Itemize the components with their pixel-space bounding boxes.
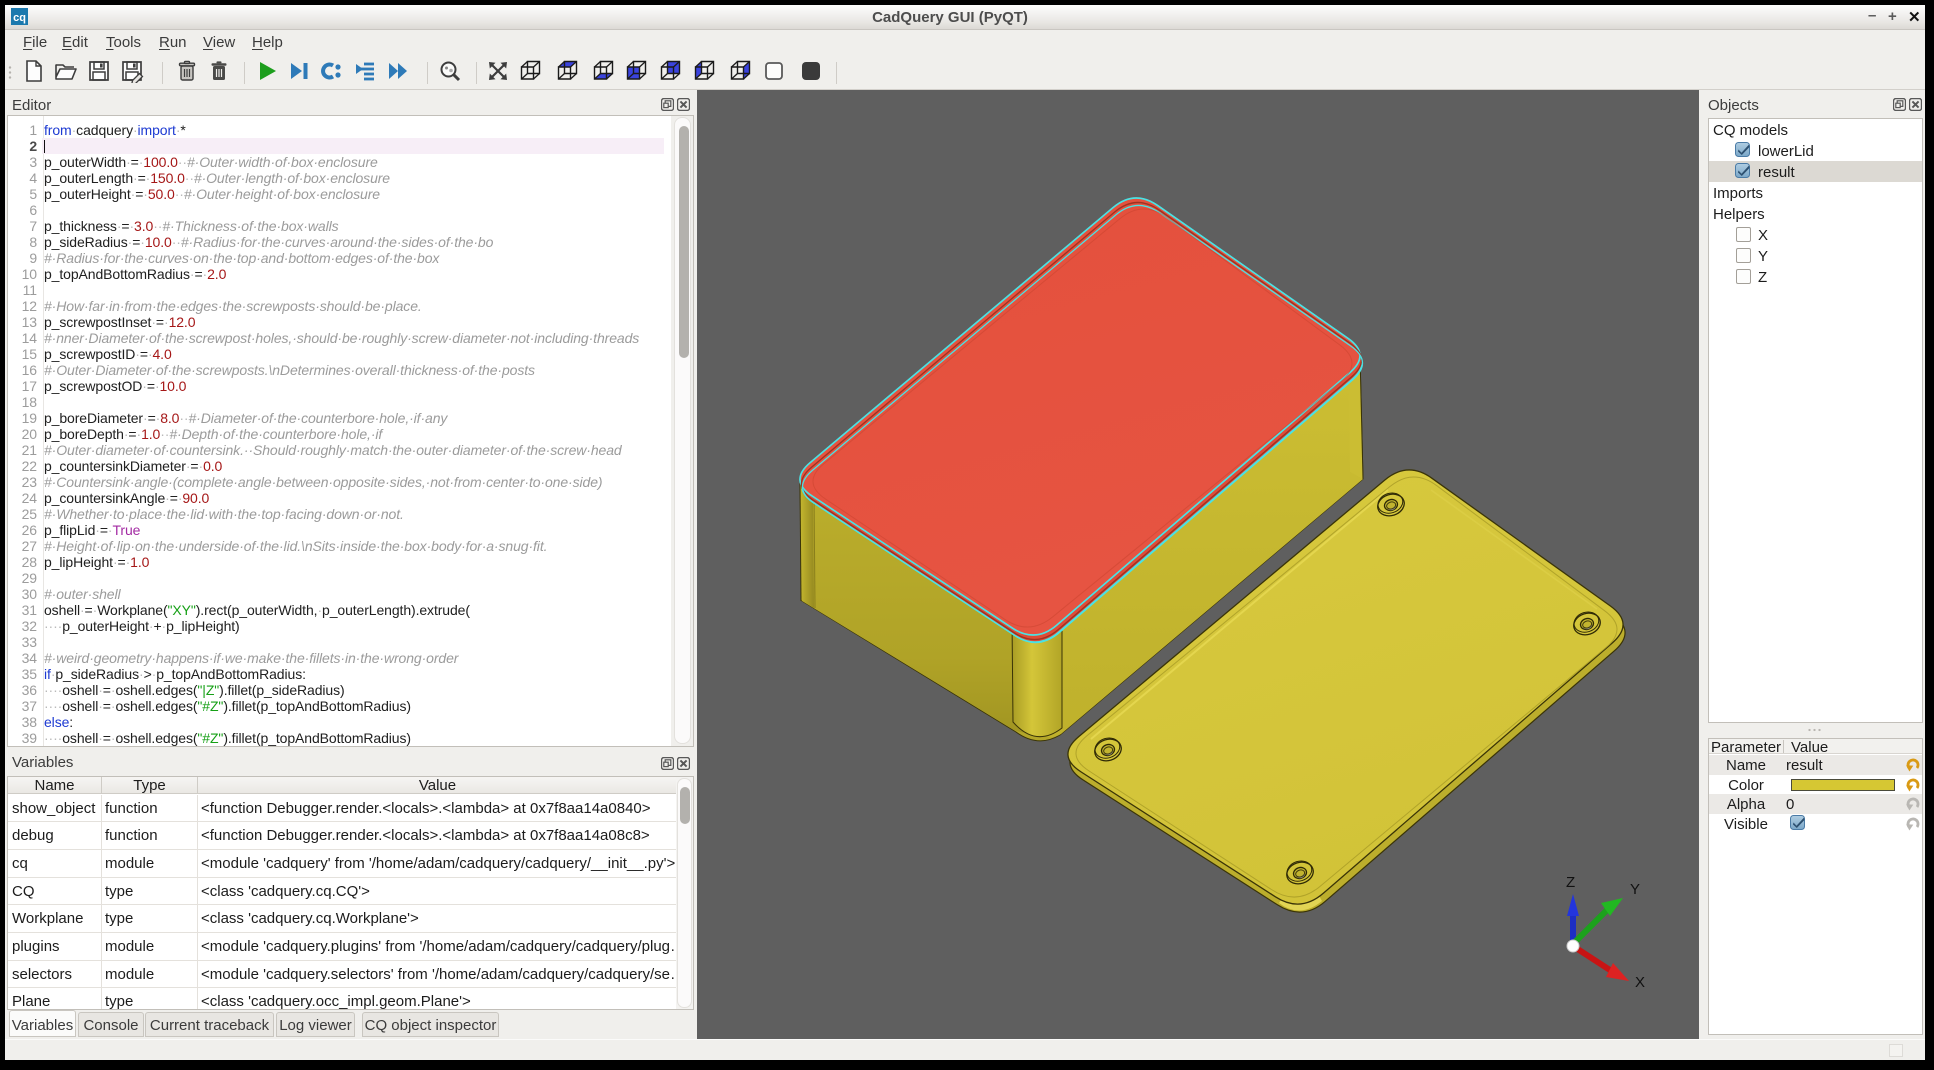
svg-text:Y: Y [1630,881,1640,898]
svg-text:Z: Z [1566,874,1575,891]
svg-text:X: X [1635,974,1645,991]
